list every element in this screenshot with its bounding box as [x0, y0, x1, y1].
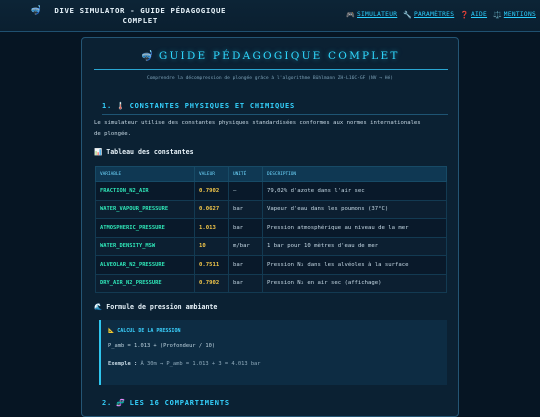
cell-unit: – — [228, 181, 263, 201]
section-2-title: 2. 🧬 LES 16 COMPARTIMENTS — [102, 399, 230, 407]
cell-value: 0.0627 — [194, 199, 229, 219]
cell-unit: bar — [228, 218, 263, 238]
nav-label: SIMULATEUR — [357, 11, 398, 18]
wave-icon: 🌊 — [94, 303, 103, 311]
cell-value: 0.7902 — [194, 273, 229, 293]
heading-text: Tableau des constantes — [106, 148, 194, 156]
cell-value: 0.7902 — [194, 181, 229, 201]
bar-chart-icon: 📊 — [94, 148, 103, 156]
section-1-title: 1. 🌡️ CONSTANTES PHYSIQUES ET CHIMIQUES — [102, 102, 295, 110]
nav-label: PARAMÈTRES — [413, 11, 455, 18]
guide-panel: 🤿 GUIDE PÉDAGOGIQUE COMPLET Comprendre l… — [81, 37, 459, 417]
callout-title: 📐 CALCUL DE LA PRESSION — [108, 328, 180, 334]
scales-icon: ⚖️ — [493, 11, 502, 19]
cell-value: 10 — [194, 236, 229, 256]
cell-description: 1 bar pour 10 mètres d'eau de mer — [262, 236, 447, 256]
cell-variable: DRY_AIR_N2_PRESSURE — [95, 273, 195, 293]
nav-mentions[interactable]: ⚖️ MENTIONS — [493, 11, 536, 19]
cell-description: Pression N₂ dans les alvéoles à la surfa… — [262, 255, 447, 275]
example-label: Exemple : — [108, 361, 138, 367]
triangle-ruler-icon: 📐 — [108, 328, 115, 334]
cell-variable: WATER_VAPOUR_PRESSURE — [95, 199, 195, 219]
table-row: ALVEOLAR_N2_PRESSURE 0.7511 bar Pression… — [95, 255, 447, 275]
table-row: FRACTION_N2_AIR 0.7902 – 79,02% d'azote … — [95, 181, 447, 201]
pressure-formula: P_amb = 1.013 + (Profondeur / 10) — [108, 343, 216, 349]
pressure-callout: 📐 CALCUL DE LA PRESSION P_amb = 1.013 + … — [99, 320, 447, 385]
cell-value: 1.013 — [194, 218, 229, 238]
nav-label: AIDE — [470, 11, 488, 18]
top-bar: 🤿 DIVE SIMULATOR - GUIDE PÉDAGOGIQUE COM… — [0, 0, 540, 32]
column-header: DESCRIPTION — [262, 166, 447, 182]
wrench-icon: 🔧 — [403, 11, 412, 19]
page-subtitle: Comprendre la décompression de plongée g… — [146, 76, 394, 81]
question-icon: ❓ — [460, 11, 469, 19]
page-title-text: GUIDE PÉDAGOGIQUE COMPLET — [158, 50, 400, 62]
table-row: DRY_AIR_N2_PRESSURE 0.7902 bar Pression … — [95, 273, 447, 293]
section-number: 2. — [102, 399, 113, 407]
cell-unit: bar — [228, 255, 263, 275]
cell-variable: FRACTION_N2_AIR — [95, 181, 195, 201]
thermometer-icon: 🌡️ — [116, 102, 126, 110]
nav-simulateur[interactable]: 🎮 SIMULATEUR — [346, 11, 397, 19]
pressure-example: Exemple : À 30m → P_amb = 1.013 + 3 = 4.… — [108, 361, 261, 367]
diver-mask-icon: 🤿 — [140, 50, 153, 62]
cell-unit: m/bar — [228, 236, 263, 256]
section-title-text: LES 16 COMPARTIMENTS — [129, 399, 230, 407]
section-1-intro: Le simulateur utilise des constantes phy… — [94, 120, 421, 137]
column-header: VALEUR — [194, 166, 229, 182]
callout-title-text: CALCUL DE LA PRESSION — [117, 328, 181, 334]
table-row: ATMOSPHERIC_PRESSURE 1.013 bar Pression … — [95, 218, 447, 238]
dna-icon: 🧬 — [116, 399, 126, 407]
section-divider — [102, 114, 448, 115]
title-divider — [94, 69, 448, 70]
cell-variable: ALVEOLAR_N2_PRESSURE — [95, 255, 195, 275]
cell-description: Pression atmosphérique au niveau de la m… — [262, 218, 447, 238]
table-header-row: VARIABLE VALEUR UNITÉ DESCRIPTION — [95, 166, 447, 182]
section-title-text: CONSTANTES PHYSIQUES ET CHIMIQUES — [129, 102, 296, 110]
table-row: WATER_DENSITY_MSW 10 m/bar 1 bar pour 10… — [95, 236, 447, 256]
constants-table-heading: 📊 Tableau des constantes — [94, 148, 194, 156]
main-nav: 🎮 SIMULATEUR 🔧 PARAMÈTRES ❓ AIDE ⚖️ MENT… — [346, 11, 536, 19]
heading-text: Formule de pression ambiante — [106, 303, 218, 311]
brand[interactable]: 🤿 DIVE SIMULATOR - GUIDE PÉDAGOGIQUE COM… — [30, 6, 260, 26]
cell-value: 0.7511 — [194, 255, 229, 275]
nav-aide[interactable]: ❓ AIDE — [460, 11, 487, 19]
column-header: VARIABLE — [95, 166, 195, 182]
nav-label: MENTIONS — [503, 11, 536, 18]
diver-mask-icon: 🤿 — [30, 6, 42, 16]
app-title: DIVE SIMULATOR - GUIDE PÉDAGOGIQUE COMPL… — [54, 6, 227, 25]
table-row: WATER_VAPOUR_PRESSURE 0.0627 bar Vapeur … — [95, 199, 447, 219]
cell-unit: bar — [228, 199, 263, 219]
cell-variable: ATMOSPHERIC_PRESSURE — [95, 218, 195, 238]
nav-parametres[interactable]: 🔧 PARAMÈTRES — [403, 11, 454, 19]
cell-description: Vapeur d'eau dans les poumons (37°C) — [262, 199, 447, 219]
column-header: UNITÉ — [228, 166, 263, 182]
page-title: 🤿 GUIDE PÉDAGOGIQUE COMPLET — [82, 50, 458, 62]
cell-description: 79,02% d'azote dans l'air sec — [262, 181, 447, 201]
section-number: 1. — [102, 102, 113, 110]
cell-unit: bar — [228, 273, 263, 293]
constants-table: VARIABLE VALEUR UNITÉ DESCRIPTION FRACTI… — [95, 166, 447, 293]
gamepad-icon: 🎮 — [346, 11, 355, 19]
cell-description: Pression N₂ en air sec (affichage) — [262, 273, 447, 293]
cell-variable: WATER_DENSITY_MSW — [95, 236, 195, 256]
pressure-heading: 🌊 Formule de pression ambiante — [94, 303, 217, 311]
example-text: À 30m → P_amb = 1.013 + 3 = 4.013 bar — [140, 361, 261, 367]
